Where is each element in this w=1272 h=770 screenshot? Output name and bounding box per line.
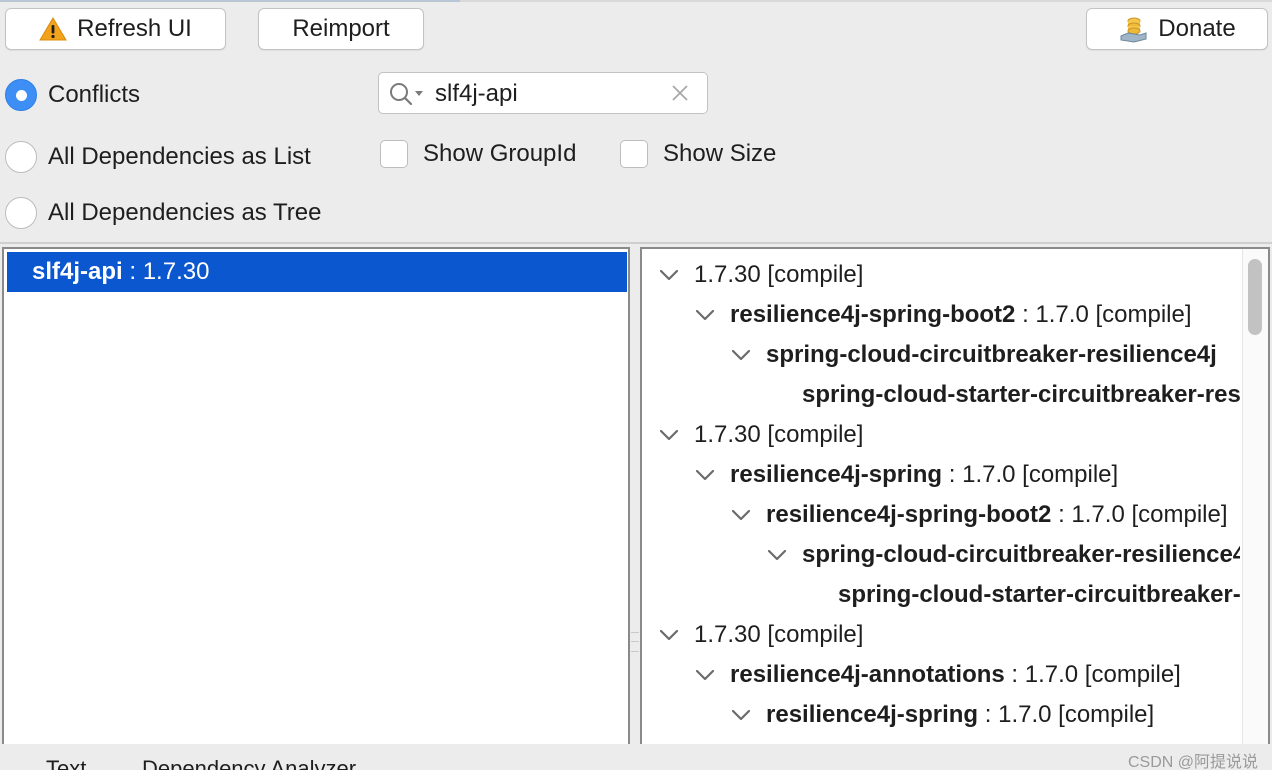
tree-row[interactable]: 1.7.30 [compile]: [642, 615, 1240, 655]
tree-node-artifact: spring-cloud-circuitbreaker-resilience4j: [766, 341, 1217, 368]
tree-row[interactable]: resilience4j-spring : 1.7.0 [compile]: [642, 695, 1240, 735]
show-size-option[interactable]: Show Size: [620, 140, 776, 168]
chevron-down-icon: [802, 588, 824, 602]
tree-node-label: resilience4j-spring-boot2 : 1.7.0 [compi…: [730, 301, 1192, 329]
tree-node-detail: : 1.7.0 [compile]: [1051, 501, 1228, 528]
artifact-version: : 1.7.30: [122, 258, 210, 285]
tree-row[interactable]: resilience4j-spring : 1.7.0 [compile]: [642, 455, 1240, 495]
tree-node-label: 1.7.30 [compile]: [694, 621, 863, 649]
tree-node-artifact: resilience4j-spring: [766, 701, 979, 728]
radio-all-tree-label: All Dependencies as Tree: [48, 199, 322, 226]
top-line: [460, 0, 1272, 2]
show-groupid-label: Show GroupId: [423, 140, 577, 167]
search-icon[interactable]: [389, 81, 425, 107]
tree-row[interactable]: 1.7.30 [compile]: [642, 415, 1240, 455]
tree-node-label: resilience4j-spring : 1.7.0 [compile]: [730, 461, 1118, 489]
conflict-list-panel[interactable]: slf4j-api : 1.7.30: [2, 247, 630, 744]
reimport-label: Reimport: [292, 15, 390, 42]
dependency-tree: 1.7.30 [compile] resilience4j-spring-boot…: [642, 255, 1240, 744]
refresh-ui-label: Refresh UI: [77, 15, 192, 42]
bottom-tab-bar: Text Dependency Analyzer: [0, 744, 1272, 770]
chevron-down-icon: [766, 388, 788, 402]
chevron-down-icon[interactable]: [766, 548, 788, 562]
tree-node-artifact: resilience4j-spring: [730, 461, 943, 488]
tree-node-label: resilience4j-spring-boot2 : 1.7.0 [compi…: [766, 501, 1228, 529]
coins-icon: [1120, 17, 1147, 43]
tree-node-artifact: resilience4j-annotations: [730, 661, 1005, 688]
splitter-handle[interactable]: [631, 632, 639, 652]
refresh-ui-button[interactable]: Refresh UI: [5, 8, 226, 50]
reimport-button[interactable]: Reimport: [258, 8, 424, 50]
show-size-label: Show Size: [663, 140, 777, 167]
tree-node-artifact: spring-cloud-starter-circuitbreaker-resi…: [838, 581, 1240, 608]
toolbar-divider: [0, 242, 1272, 244]
tree-row[interactable]: resilience4j-spring-boot2 : 1.7.0 [compi…: [642, 495, 1240, 535]
radio-all-list[interactable]: All Dependencies as List: [5, 141, 311, 173]
radio-all-list-button[interactable]: [5, 141, 37, 173]
radio-dot: [15, 89, 27, 101]
tree-node-label: 1.7.30 [compile]: [694, 421, 863, 449]
donate-button[interactable]: Donate: [1086, 8, 1268, 50]
radio-conflicts-label: Conflicts: [48, 81, 141, 108]
show-groupid-checkbox[interactable]: [380, 140, 408, 168]
tree-node-artifact: spring-cloud-circuitbreaker-resilience4j: [802, 541, 1240, 568]
tree-node-label: spring-cloud-circuitbreaker-resilience4j: [802, 541, 1240, 569]
tree-node-artifact: resilience4j-spring-boot2: [766, 501, 1052, 528]
show-size-checkbox[interactable]: [620, 140, 648, 168]
tree-row[interactable]: resilience4j-spring-boot2 : 1.7.0 [compi…: [642, 295, 1240, 335]
tree-row[interactable]: resilience4j-spring-boot2 : 1.7.0 [compi…: [642, 735, 1240, 744]
search-field[interactable]: slf4j-api: [378, 72, 708, 114]
chevron-down-icon[interactable]: [730, 348, 752, 362]
chevron-down-icon[interactable]: [694, 468, 716, 482]
tree-row[interactable]: spring-cloud-circuitbreaker-resilience4j: [642, 535, 1240, 575]
show-groupid-option[interactable]: Show GroupId: [380, 140, 576, 168]
chevron-down-icon[interactable]: [694, 308, 716, 322]
watermark: CSDN @阿提说说: [1127, 754, 1258, 770]
tree-node-artifact: resilience4j-spring-boot2: [730, 301, 1016, 328]
tree-node-detail: 1.7.30 [compile]: [694, 621, 864, 648]
warning-icon: [39, 17, 68, 41]
tree-node-detail: : 1.7.0 [compile]: [1015, 301, 1192, 328]
scrollbar-thumb[interactable]: [1248, 259, 1262, 335]
donate-label: Donate: [1158, 15, 1236, 42]
chevron-down-icon[interactable]: [694, 668, 716, 682]
radio-conflicts[interactable]: Conflicts: [5, 79, 140, 111]
search-input[interactable]: slf4j-api: [435, 80, 518, 108]
tree-node-label: spring-cloud-circuitbreaker-resilience4j: [766, 341, 1217, 369]
top-accent-line: [0, 0, 460, 2]
tree-node-label: resilience4j-spring : 1.7.0 [compile]: [766, 701, 1154, 729]
tree-row[interactable]: resilience4j-annotations : 1.7.0 [compil…: [642, 655, 1240, 695]
tree-row[interactable]: spring-cloud-circuitbreaker-resilience4j: [642, 335, 1240, 375]
radio-all-list-label: All Dependencies as List: [48, 143, 311, 170]
chevron-down-icon[interactable]: [658, 428, 680, 442]
tree-row[interactable]: 1.7.30 [compile]: [642, 255, 1240, 295]
tree-node-label: spring-cloud-starter-circuitbreaker-resi…: [802, 381, 1240, 409]
dependency-tree-panel[interactable]: 1.7.30 [compile] resilience4j-spring-boot…: [640, 247, 1270, 744]
tree-node-label: spring-cloud-starter-circuitbreaker-resi…: [838, 581, 1240, 609]
tree-node-detail: : 1.7.0 [compile]: [1004, 661, 1181, 688]
chevron-down-icon[interactable]: [658, 628, 680, 642]
tree-node-detail: : 1.7.0 [compile]: [978, 701, 1155, 728]
tree-node-detail: : 1.7.0 [compile]: [942, 461, 1119, 488]
vertical-scrollbar[interactable]: [1242, 249, 1268, 744]
tree-node-artifact: spring-cloud-starter-circuitbreaker-resi…: [802, 381, 1240, 408]
radio-all-tree[interactable]: All Dependencies as Tree: [5, 197, 322, 229]
chevron-down-icon[interactable]: [658, 268, 680, 282]
close-icon[interactable]: [669, 82, 691, 104]
tree-node-label: resilience4j-annotations : 1.7.0 [compil…: [730, 661, 1181, 689]
chevron-down-icon[interactable]: [730, 508, 752, 522]
radio-all-tree-button[interactable]: [5, 197, 37, 229]
radio-conflicts-button[interactable]: [5, 79, 37, 111]
tree-row[interactable]: spring-cloud-starter-circuitbreaker-resi…: [642, 375, 1240, 415]
tree-row[interactable]: spring-cloud-starter-circuitbreaker-resi…: [642, 575, 1240, 615]
tab-text[interactable]: Text: [46, 756, 86, 770]
tree-node-label: 1.7.30 [compile]: [694, 261, 863, 289]
artifact-name: slf4j-api: [32, 258, 123, 285]
list-item[interactable]: slf4j-api : 1.7.30: [7, 252, 627, 292]
tab-dependency-analyzer[interactable]: Dependency Analyzer: [142, 756, 356, 770]
tree-node-detail: 1.7.30 [compile]: [694, 261, 864, 288]
tree-node-detail: 1.7.30 [compile]: [694, 421, 864, 448]
chevron-down-icon[interactable]: [730, 708, 752, 722]
